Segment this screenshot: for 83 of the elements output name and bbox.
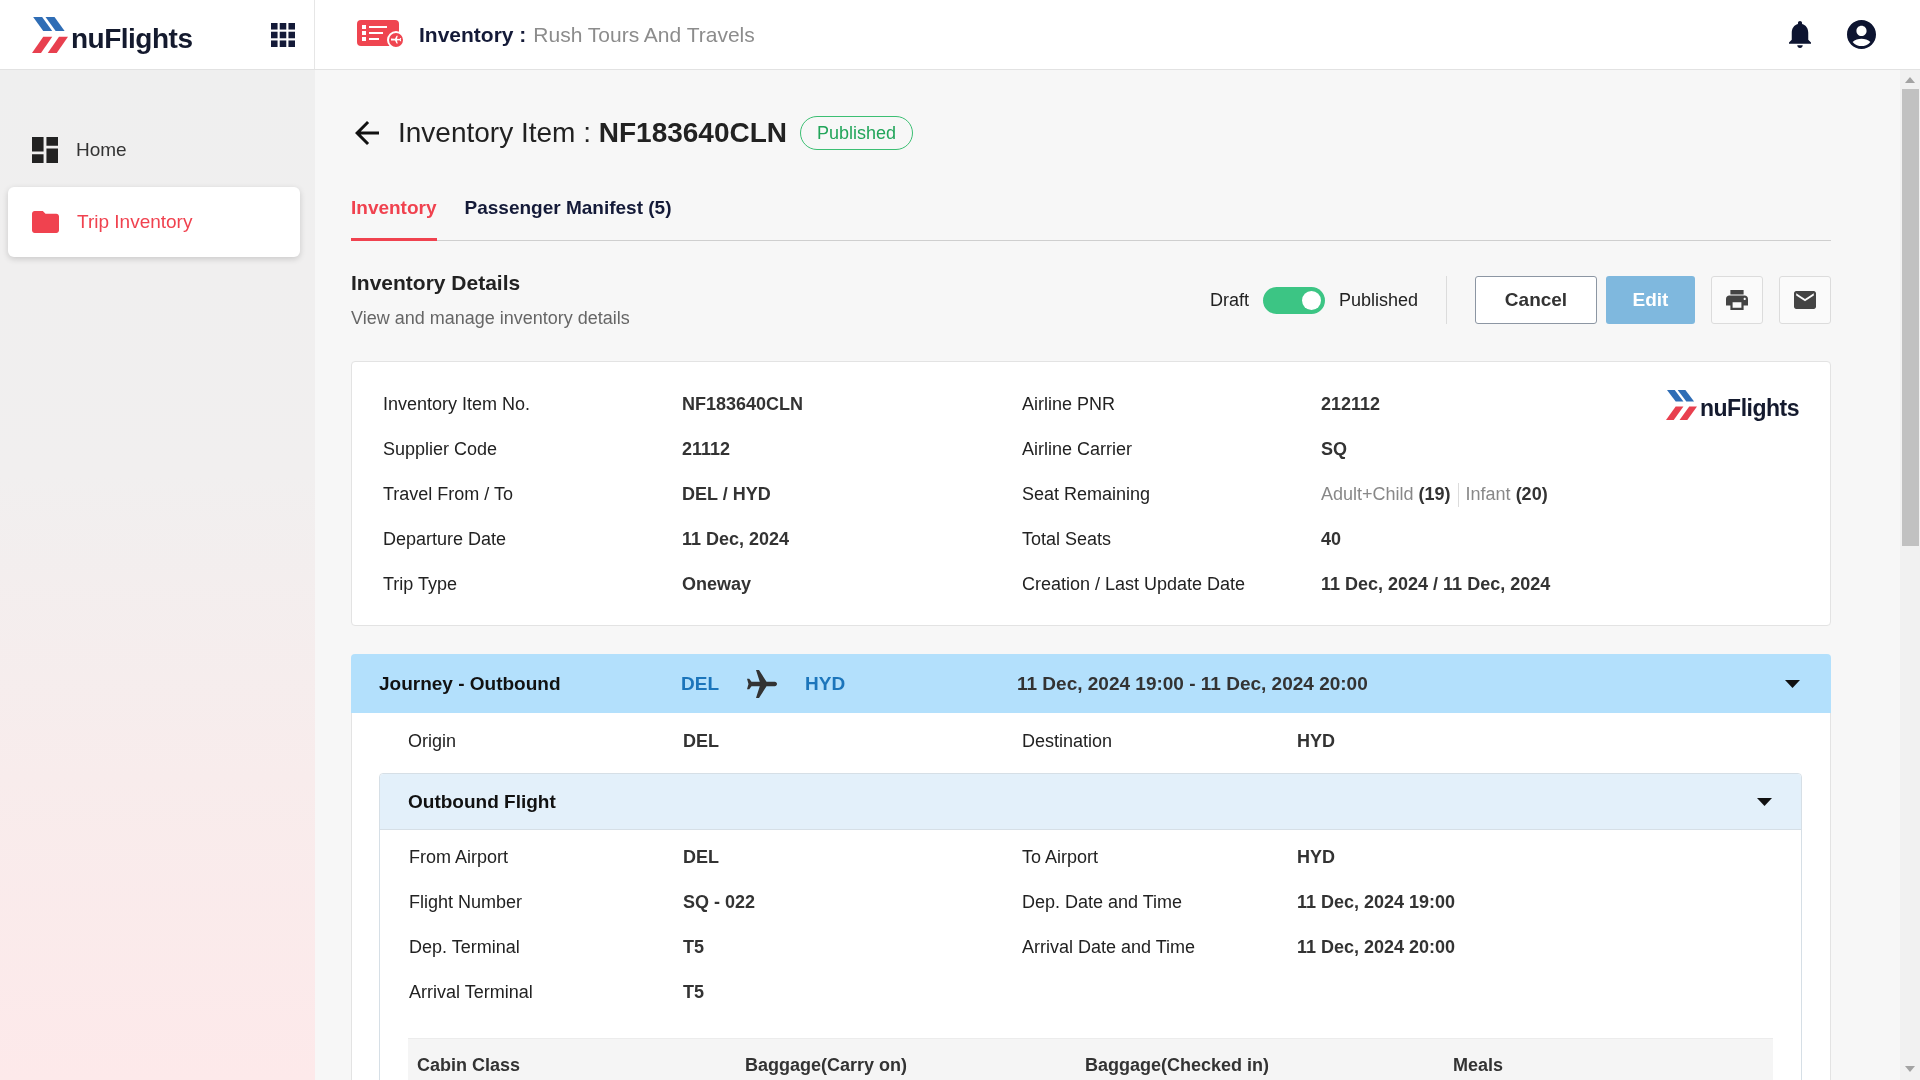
sidebar-item[interactable]: Home xyxy=(8,115,300,185)
field-label: Arrival Date and Time xyxy=(1022,937,1197,958)
brand-name: nuFlights xyxy=(1700,397,1799,420)
field-label: Flight Number xyxy=(409,892,524,913)
field-value: DEL xyxy=(683,847,720,868)
field-value: 11 Dec, 2024 20:00 xyxy=(1297,937,1457,958)
print-button[interactable] xyxy=(1711,276,1763,324)
checklist-card-icon xyxy=(357,20,405,49)
field-value: SQ xyxy=(1321,439,1348,460)
seat-availability: Infant (20) xyxy=(1465,484,1548,505)
field-value: 11 Dec, 2024 19:00 xyxy=(1297,892,1457,913)
column-header: Baggage(Checked in) xyxy=(1085,1054,1271,1076)
field-label: To Airport xyxy=(1022,847,1100,868)
field-value: HYD xyxy=(1297,731,1336,752)
field-value: NF183640CLN xyxy=(682,394,805,415)
field-value: 21112 xyxy=(682,439,732,460)
mail-icon xyxy=(1794,291,1816,309)
field-label: Origin xyxy=(408,731,457,752)
field-value: SQ - 022 xyxy=(683,892,757,913)
tab[interactable]: Passenger Manifest (5) xyxy=(464,181,672,241)
seat-availability: Adult+Child (19) xyxy=(1321,484,1451,505)
field-value: 212112 xyxy=(1321,394,1382,415)
field-label: Supplier Code xyxy=(383,439,499,460)
destination-code: HYD xyxy=(805,672,846,695)
notifications-icon[interactable] xyxy=(1789,21,1811,48)
field-label: Departure Date xyxy=(383,529,508,550)
field-value: T5 xyxy=(683,937,705,958)
toggle-label: Published xyxy=(1338,289,1418,311)
agency-name: Rush Tours And Travels xyxy=(533,22,755,47)
cancel-button[interactable]: Cancel xyxy=(1475,276,1597,324)
field-label: Creation / Last Update Date xyxy=(1022,574,1247,595)
scrollbar-thumb[interactable] xyxy=(1901,89,1919,546)
field-value: DEL / HYD xyxy=(682,484,772,505)
field-value: HYD xyxy=(1297,847,1336,868)
field-label: Airline Carrier xyxy=(1022,439,1134,460)
dashboard-icon xyxy=(32,137,58,163)
field-label: Destination xyxy=(1022,731,1114,752)
status-toggle[interactable] xyxy=(1262,286,1325,314)
print-icon xyxy=(1726,290,1748,310)
journey-header[interactable]: Journey - Outbound DEL HYD 11 Dec, 2024 19:00 - 11 Dec, 2024 20:00 xyxy=(351,654,1831,713)
flight-header[interactable]: Outbound Flight xyxy=(380,774,1801,830)
caret-down-icon[interactable] xyxy=(1757,797,1772,806)
field-label: Seat Remaining xyxy=(1022,484,1152,505)
brand-name: nuFlights xyxy=(71,24,193,53)
sidebar-item[interactable]: Trip Inventory xyxy=(8,187,300,257)
tab[interactable]: Inventory xyxy=(351,181,437,241)
field-label: Inventory Item No. xyxy=(383,394,532,415)
field-label: Total Seats xyxy=(1022,529,1113,550)
field-label: Dep. Date and Time xyxy=(1022,892,1184,913)
caret-down-icon[interactable] xyxy=(1785,679,1800,688)
field-label: From Airport xyxy=(409,847,510,868)
section-title: Inventory Details xyxy=(351,271,522,295)
field-value: Oneway xyxy=(682,574,753,595)
field-value: DEL xyxy=(683,731,720,752)
account-icon[interactable] xyxy=(1847,20,1876,49)
folder-icon xyxy=(32,211,59,233)
field-label: Arrival Terminal xyxy=(409,982,534,1003)
column-header: Baggage(Carry on) xyxy=(745,1054,909,1076)
section-subtitle: View and manage inventory details xyxy=(351,308,630,329)
origin-code: DEL xyxy=(681,672,719,695)
column-header: Meals xyxy=(1453,1054,1505,1076)
page-title: Inventory Item : NF183640CLN xyxy=(398,117,788,149)
header-title: Inventory : xyxy=(419,22,527,47)
airplane-icon xyxy=(747,669,777,698)
field-label: Dep. Terminal xyxy=(409,937,521,958)
field-value: 11 Dec, 2024 xyxy=(682,529,791,550)
logo-icon xyxy=(32,16,68,53)
journey-title: Journey - Outbound xyxy=(379,672,562,695)
flight-title: Outbound Flight xyxy=(408,790,556,813)
schedule-text: 11 Dec, 2024 19:00 - 11 Dec, 2024 20:00 xyxy=(1017,672,1368,695)
field-value: T5 xyxy=(683,982,705,1003)
field-label: Trip Type xyxy=(383,574,459,595)
field-label: Airline PNR xyxy=(1022,394,1117,415)
scrollbar-track[interactable] xyxy=(1900,70,1920,1080)
logo-icon xyxy=(1666,390,1697,420)
back-arrow-icon[interactable] xyxy=(355,121,379,145)
field-value: 11 Dec, 2024 / 11 Dec, 2024 xyxy=(1321,574,1552,595)
email-button[interactable] xyxy=(1779,276,1831,324)
toggle-label: Draft xyxy=(1209,289,1249,311)
apps-grid-icon[interactable] xyxy=(271,22,295,47)
field-label: Travel From / To xyxy=(383,484,515,505)
field-value: 40 xyxy=(1321,529,1343,550)
column-header: Cabin Class xyxy=(417,1054,522,1076)
